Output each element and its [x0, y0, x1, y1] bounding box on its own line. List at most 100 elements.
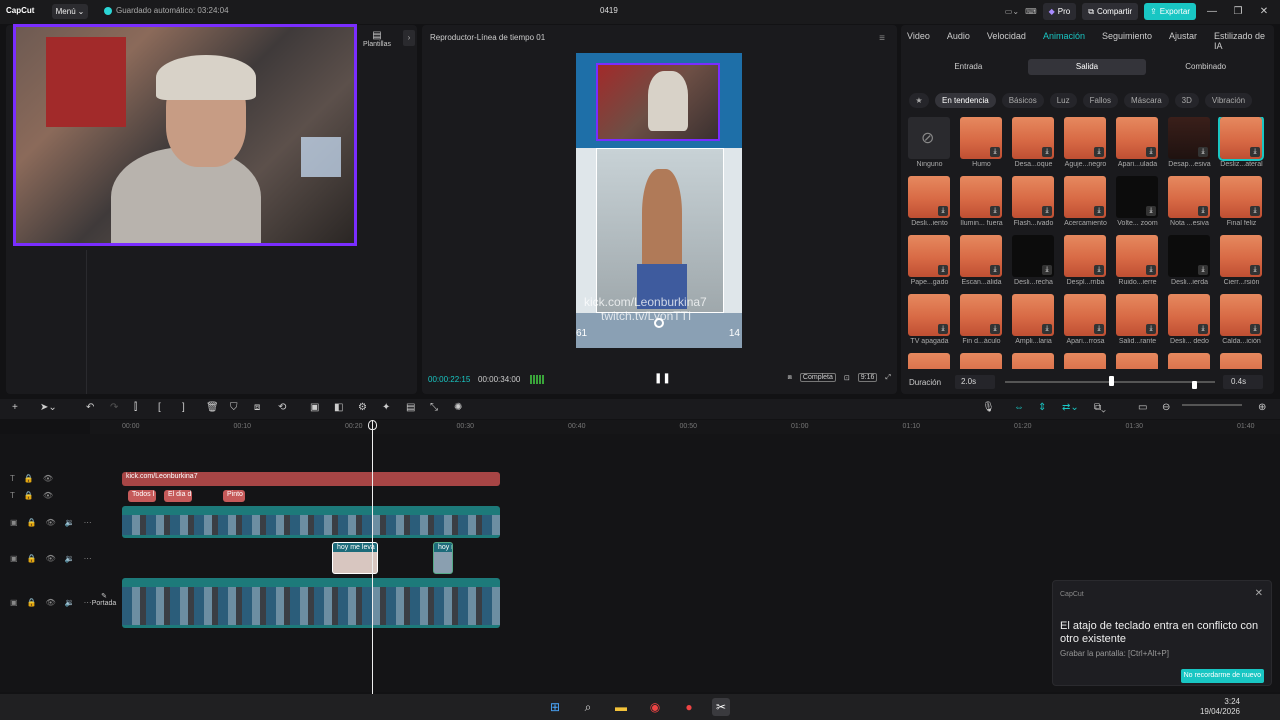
templates-button[interactable]: ▤ Plantillas [357, 30, 397, 48]
download-icon[interactable]: ⤓ [1094, 324, 1104, 334]
download-icon[interactable]: ⤓ [1094, 147, 1104, 157]
lock-icon[interactable]: 🔒 [27, 598, 37, 607]
mirror-icon[interactable]: ◧ [334, 402, 343, 413]
subtab-combo[interactable]: Combinado [1146, 59, 1265, 75]
effect-tile[interactable]: ⤓ Desa...oque [1012, 117, 1055, 172]
download-icon[interactable]: ⤓ [1042, 206, 1052, 216]
lock-icon[interactable]: 🔒 [27, 554, 37, 563]
minimize-icon[interactable]: — [1202, 6, 1222, 17]
cover-button[interactable]: ✎ Portada [91, 592, 117, 607]
duration-slider-handle[interactable] [1109, 376, 1114, 386]
freeze-icon[interactable]: ▣ [310, 402, 319, 413]
search-icon[interactable]: ⌕ [579, 698, 597, 716]
download-icon[interactable]: ⤓ [1250, 206, 1260, 216]
favorites-star-icon[interactable]: ★ [909, 93, 929, 108]
download-icon[interactable]: ⤓ [1094, 206, 1104, 216]
effect-tile[interactable] [1064, 353, 1107, 369]
snap-icon[interactable]: ⇄⌄ [1062, 402, 1079, 413]
effect-tile[interactable]: ⤓ Ampli...laria [1012, 294, 1055, 349]
delete-icon[interactable]: 🗑 [206, 402, 219, 413]
view-mode-button[interactable]: Completa [799, 373, 836, 382]
fullscreen-icon[interactable]: ⤢ [885, 374, 891, 382]
pro-button[interactable]: ◆ Pro [1042, 3, 1077, 20]
download-icon[interactable]: ⤓ [1042, 147, 1052, 157]
app-icon[interactable]: ● [680, 698, 698, 716]
link-icon[interactable]: ⇔ [1014, 402, 1024, 413]
effect-tile[interactable]: ⤓ Pape...gado [908, 235, 951, 290]
trim-left-icon[interactable]: [ [158, 402, 161, 413]
effect-tile[interactable]: ⤓ Calda...ición [1220, 294, 1263, 349]
screenshot-icon[interactable]: ⊡ [844, 374, 850, 382]
split-screen-icon[interactable]: ⧉⌄ [1094, 402, 1106, 413]
file-explorer-icon[interactable]: ▬ [612, 698, 630, 716]
overlay-clip[interactable]: hoy m [433, 542, 453, 574]
effect-tile[interactable]: ⤓ Desli...iento [908, 176, 951, 231]
eye-icon[interactable]: 👁 [43, 491, 53, 500]
effect-tile[interactable]: ⤓ Desli...recha [1012, 235, 1055, 290]
preview-axis-icon[interactable]: ⇕ [1038, 402, 1046, 413]
effect-tile[interactable]: ⤓ Escan...alida [960, 235, 1003, 290]
main-video-layer[interactable] [596, 148, 724, 313]
effect-tile[interactable]: ⤓ Fin d...áculo [960, 294, 1003, 349]
resize-icon[interactable]: ⤡ [430, 402, 438, 413]
tab-audio[interactable]: Audio [947, 31, 970, 51]
maximize-icon[interactable]: ❐ [1228, 6, 1248, 17]
effect-tile[interactable]: ⤓ Desap...esiva [1168, 117, 1211, 172]
effect-tile[interactable] [1116, 353, 1159, 369]
download-icon[interactable]: ⤓ [1042, 324, 1052, 334]
effect-tile[interactable] [908, 353, 951, 369]
caption-track-icon[interactable]: ▭ [1138, 402, 1147, 413]
download-icon[interactable]: ⤓ [1146, 147, 1156, 157]
subtitle-clip[interactable]: Pinto [223, 490, 245, 502]
close-icon[interactable]: ✕ [1255, 588, 1263, 599]
effect-tile[interactable]: ⤓ TV apagada [908, 294, 951, 349]
lock-icon[interactable]: 🔒 [24, 491, 34, 500]
chrome-icon[interactable]: ◉ [646, 698, 664, 716]
share-button[interactable]: ⧉ Compartir [1082, 3, 1139, 20]
effect-tile[interactable] [960, 353, 1003, 369]
system-clock[interactable]: 3:24 19/04/2026 [1200, 697, 1240, 717]
download-icon[interactable]: ⤓ [990, 147, 1000, 157]
download-icon[interactable]: ⤓ [1198, 206, 1208, 216]
download-icon[interactable]: ⤓ [1094, 265, 1104, 275]
tab-adjust[interactable]: Ajustar [1169, 31, 1197, 51]
playhead-handle[interactable] [368, 420, 377, 430]
download-icon[interactable]: ⤓ [1250, 265, 1260, 275]
crop-icon[interactable]: ⧈ [787, 374, 791, 382]
audio-icon[interactable]: 🔉 [65, 598, 75, 607]
magic-icon[interactable]: ✦ [382, 402, 390, 413]
add-track-icon[interactable]: + [12, 402, 18, 413]
more-icon[interactable]: ⋯ [84, 518, 92, 527]
export-button[interactable]: ⇪ Exportar [1144, 3, 1196, 20]
player-menu-icon[interactable]: ≡ [879, 33, 885, 44]
microphone-icon[interactable]: 🎙 [982, 402, 995, 413]
time-ruler[interactable]: 00:00 00:10 00:20 00:30 00:40 00:50 01:00 01:10… [90, 420, 1280, 434]
windows-start-icon[interactable]: ⊞ [546, 698, 564, 716]
chip-basic[interactable]: Básicos [1001, 93, 1044, 108]
download-icon[interactable]: ⤓ [990, 206, 1000, 216]
effect-tile[interactable]: ⤓ Salid...rante [1116, 294, 1159, 349]
chip-mask[interactable]: Máscara [1123, 93, 1169, 108]
tab-speed[interactable]: Velocidad [987, 31, 1026, 51]
eye-icon[interactable]: 👁 [46, 518, 56, 527]
chip-vibration[interactable]: Vibración [1204, 93, 1253, 108]
effect-tile[interactable]: ⤓ Acercamiento [1064, 176, 1107, 231]
duration-input[interactable]: 2.0s [955, 375, 995, 389]
close-icon[interactable]: ✕ [1254, 6, 1274, 17]
effect-tile[interactable]: ⤓ Ilumin... fuera [960, 176, 1003, 231]
chevron-right-icon[interactable]: › [403, 30, 415, 46]
dont-remind-button[interactable]: No recordarme de nuevo [1180, 669, 1264, 683]
text-clip[interactable]: kick.com/Leonburkina7 [122, 472, 500, 486]
effect-tile[interactable]: ⤓ Final feliz [1220, 176, 1263, 231]
download-icon[interactable]: ⤓ [1198, 324, 1208, 334]
effect-tile[interactable] [1220, 353, 1263, 369]
download-icon[interactable]: ⤓ [1146, 324, 1156, 334]
effect-tile[interactable]: ⤓ Volte... zoom [1116, 176, 1159, 231]
effect-tile[interactable]: ⤓ Desli...ierda [1168, 235, 1211, 290]
video-clip-main[interactable]: clip_01KPHZNNJF18FSFQHESS39SSSV.mp4 00:0… [122, 578, 500, 628]
crop-tool-icon[interactable]: ⧈ [254, 402, 260, 413]
video-clip-webcam[interactable]: clip_01KPHZNNJF18FSFQHESS39SSSV.mp4 00:0… [122, 506, 500, 538]
effect-tile[interactable]: ⤓ Apari...ulada [1116, 117, 1159, 172]
effect-tile[interactable]: ⤓ Flash...ivado [1012, 176, 1055, 231]
effect-tile[interactable]: ⤓ Cierr...rsión [1220, 235, 1263, 290]
